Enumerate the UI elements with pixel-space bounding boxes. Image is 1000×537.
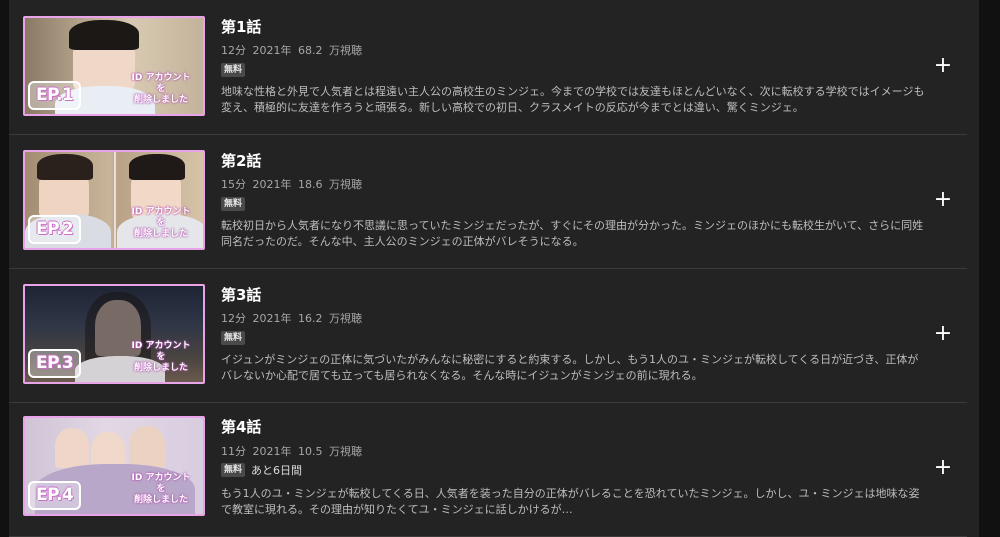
add-to-list-button[interactable]: + [929, 320, 957, 348]
episode-row-4[interactable]: ID アカウントを削除しました EP.4 第4話 11分 2021年 10.5 … [9, 402, 967, 537]
episode-duration: 11分 [221, 445, 246, 458]
free-badge: 無料 [221, 463, 246, 477]
episode-title: 第4話 [221, 418, 262, 436]
episode-badges: 無料 [221, 331, 246, 345]
episode-thumbnail[interactable]: ID アカウントを削除しました EP.1 [23, 16, 205, 116]
episode-row-1[interactable]: ID アカウントを削除しました EP.1 第1話 12分 2021年 68.2 … [9, 0, 967, 135]
episode-badges: 無料 あと6日間 [221, 463, 302, 477]
plus-icon: + [933, 187, 953, 212]
remaining-days: あと6日間 [251, 464, 303, 477]
episode-meta: 12分 2021年 16.2 万視聴 [221, 310, 362, 326]
episode-meta: 11分 2021年 10.5 万視聴 [221, 443, 362, 459]
add-to-list-button[interactable]: + [929, 52, 957, 80]
episode-title: 第3話 [221, 286, 262, 304]
episode-row-2[interactable]: ID アカウントを削除しました EP.2 第2話 15分 2021年 18.6 … [9, 134, 967, 269]
episode-thumbnail[interactable]: ID アカウントを削除しました EP.4 [23, 416, 205, 516]
episode-number-badge: EP.2 [28, 215, 82, 244]
series-logo: ID アカウントを削除しました [131, 73, 191, 105]
plus-icon: + [933, 53, 953, 78]
series-logo: ID アカウントを削除しました [131, 473, 191, 505]
episode-duration: 15分 [221, 178, 246, 191]
add-to-list-button[interactable]: + [929, 186, 957, 214]
episode-views: 16.2 万視聴 [298, 312, 362, 325]
episode-views: 10.5 万視聴 [298, 445, 362, 458]
episode-duration: 12分 [221, 44, 246, 57]
episode-duration: 12分 [221, 312, 246, 325]
episode-year: 2021年 [252, 445, 292, 458]
series-logo: ID アカウントを削除しました [131, 207, 191, 239]
episode-number-badge: EP.3 [28, 349, 82, 378]
free-badge: 無料 [221, 331, 246, 345]
free-badge: 無料 [221, 197, 246, 211]
episode-description: 地味な性格と外見で人気者とは程遠い主人公の高校生のミンジェ。今までの学校では友達… [221, 85, 925, 114]
episode-badges: 無料 [221, 197, 246, 211]
add-to-list-button[interactable]: + [929, 454, 957, 482]
episode-description: もう1人のユ・ミンジェが転校してくる日、人気者を装った自分の正体がバレることを恐… [221, 487, 920, 516]
episode-title: 第2話 [221, 152, 262, 170]
episode-list: ID アカウントを削除しました EP.1 第1話 12分 2021年 68.2 … [9, 0, 979, 537]
episode-thumbnail[interactable]: ID アカウントを削除しました EP.2 [23, 150, 205, 250]
episode-year: 2021年 [252, 312, 292, 325]
free-badge: 無料 [221, 63, 246, 77]
episode-description: 転校初日から人気者になり不思議に思っていたミンジェだったが、すぐにその理由が分か… [221, 219, 924, 248]
series-logo: ID アカウントを削除しました [131, 341, 191, 373]
episode-title: 第1話 [221, 18, 262, 36]
episode-number-badge: EP.1 [28, 81, 82, 110]
plus-icon: + [933, 321, 953, 346]
plus-icon: + [933, 455, 953, 480]
episode-views: 68.2 万視聴 [298, 44, 362, 57]
episode-year: 2021年 [252, 178, 292, 191]
episode-meta: 12分 2021年 68.2 万視聴 [221, 42, 362, 58]
episode-number-badge: EP.4 [28, 481, 82, 510]
episode-row-3[interactable]: ID アカウントを削除しました EP.3 第3話 12分 2021年 16.2 … [9, 268, 967, 403]
episode-year: 2021年 [252, 44, 292, 57]
episode-badges: 無料 [221, 63, 246, 77]
episode-meta: 15分 2021年 18.6 万視聴 [221, 176, 362, 192]
episode-thumbnail[interactable]: ID アカウントを削除しました EP.3 [23, 284, 205, 384]
episode-views: 18.6 万視聴 [298, 178, 362, 191]
episode-description: イジュンがミンジェの正体に気づいたがみんなに秘密にすると約束する。しかし、もう1… [221, 353, 919, 382]
